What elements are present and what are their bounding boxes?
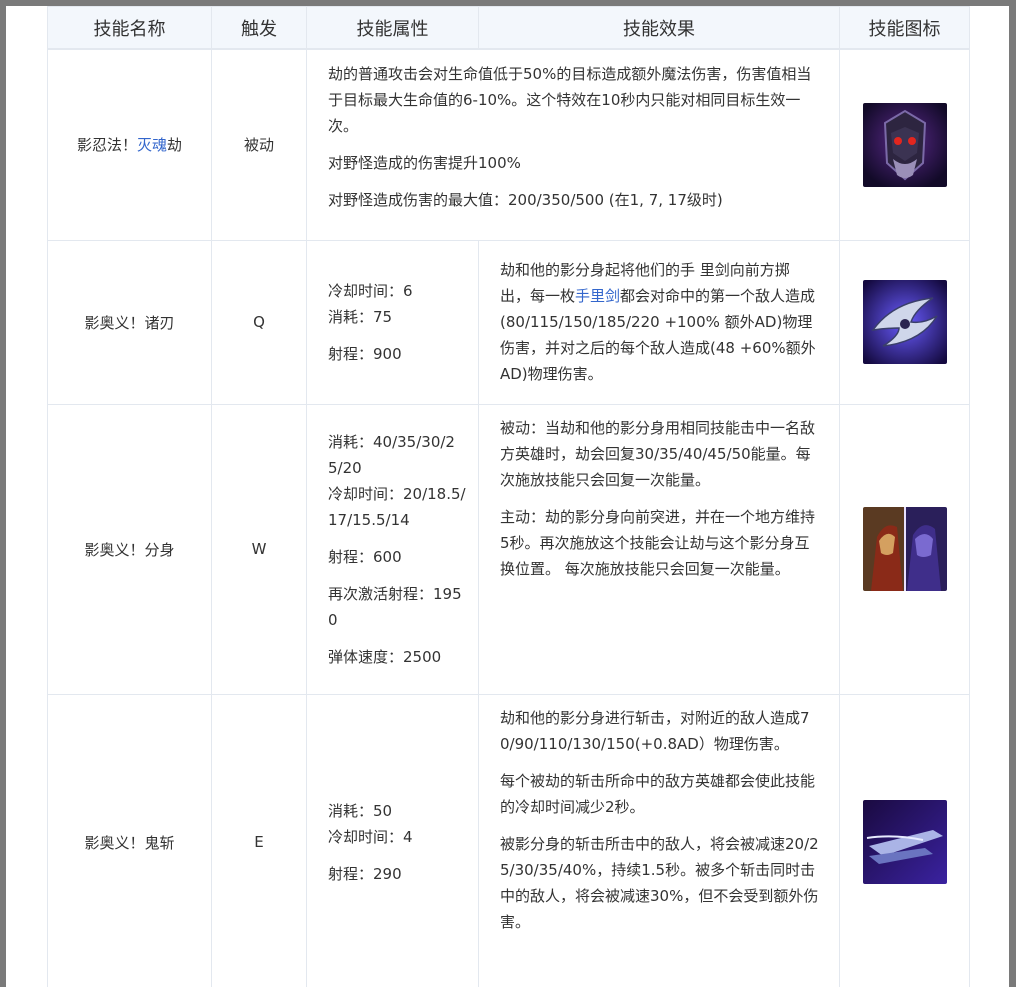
effect-paragraph: 劫的普通攻击会对生命值低于50%的目标造成额外魔法伤害，伤害值相当于目标最大生命… xyxy=(328,65,812,135)
header-effect: 技能效果 xyxy=(478,6,840,50)
effect-paragraph: 劫和他的影分身起将他们的手 里剑向前方掷出，每一枚手里剑都会对命中的第一个敌人造… xyxy=(500,257,819,387)
skill-trigger-e: E xyxy=(211,693,307,987)
table-row-passive: 影忍法！灭魂劫 被动 劫的普通攻击会对生命值低于50%的目标造成额外魔法伤害，伤… xyxy=(47,48,970,241)
slash-skill-icon xyxy=(862,800,947,884)
passive-skill-icon xyxy=(862,102,947,187)
attribute-cost: 消耗：40/35/30/25/20 xyxy=(328,432,455,477)
effect-paragraph: 被影分身的斩击所击中的敌人，将会被减速20/25/30/35/40%，持续1.5… xyxy=(500,834,819,931)
skill-effect-w: 被动：当劫和他的影分身用相同技能击中一名敌方英雄时，劫会回复30/35/40/4… xyxy=(478,403,840,695)
skill-attributes-e: 消耗：50 冷却时间：4 射程：290 xyxy=(306,693,479,987)
skill-name-e: 影奥义！鬼斩 xyxy=(47,693,212,987)
attribute-cooldown: 冷却时间：6 xyxy=(328,281,413,300)
skill-trigger-passive: 被动 xyxy=(211,48,307,241)
shuriken-skill-icon xyxy=(862,280,947,364)
skill-icon-cell-passive xyxy=(839,48,970,241)
table-row-e: 影奥义！鬼斩 E 消耗：50 冷却时间：4 射程：290 劫和他的影分身进行斩击… xyxy=(47,693,970,987)
skill-name-w: 影奥义！分身 xyxy=(47,403,212,695)
table-row-w: 影奥义！分身 W 消耗：40/35/30/25/20 冷却时间：20/18.5/… xyxy=(47,403,970,695)
header-icon: 技能图标 xyxy=(839,6,970,50)
table-row-q: 影奥义！诸刃 Q 冷却时间：6 消耗：75 射程：900 劫和他的影分身起将他们… xyxy=(47,239,970,405)
effect-paragraph: 对野怪造成伤害的最大值：200/350/500 (在1, 7, 17级时) xyxy=(328,191,723,209)
skill-effect-e: 劫和他的影分身进行斩击，对附近的敌人造成70/90/110/130/150(+0… xyxy=(478,693,840,987)
attribute-cost: 消耗：75 xyxy=(328,307,393,326)
skill-name-link[interactable]: 灭魂 xyxy=(137,136,167,154)
skill-trigger-w: W xyxy=(211,403,307,695)
skill-attributes-q: 冷却时间：6 消耗：75 射程：900 xyxy=(306,239,479,405)
skill-attributes-w: 消耗：40/35/30/25/20 冷却时间：20/18.5/17/15.5/1… xyxy=(306,403,479,695)
skill-name-passive: 影忍法！灭魂劫 xyxy=(47,48,212,241)
attribute-cooldown: 冷却时间：4 xyxy=(328,827,413,846)
skills-table: 技能名称 触发 技能属性 技能效果 技能图标 影忍法！灭魂劫 被动 劫的普通攻击… xyxy=(47,6,970,987)
skill-name-suffix: 劫 xyxy=(167,136,183,155)
skill-effect-passive: 劫的普通攻击会对生命值低于50%的目标造成额外魔法伤害，伤害值相当于目标最大生命… xyxy=(306,48,840,241)
effect-paragraph: 被动：当劫和他的影分身用相同技能击中一名敌方英雄时，劫会回复30/35/40/4… xyxy=(500,418,816,489)
skill-name-q: 影奥义！诸刃 xyxy=(47,239,212,405)
table-header-row: 技能名称 触发 技能属性 技能效果 技能图标 xyxy=(47,6,970,50)
attribute-range: 射程：290 xyxy=(328,864,402,883)
effect-paragraph: 对野怪造成的伤害提升100% xyxy=(328,154,521,172)
effect-paragraph: 每个被劫的斩击所命中的敌方英雄都会使此技能的冷却时间减少2秒。 xyxy=(500,771,816,816)
shuriken-link[interactable]: 手里剑 xyxy=(575,287,620,305)
attribute-recast-range: 再次激活射程：1950 xyxy=(328,584,462,629)
effect-paragraph: 劫和他的影分身进行斩击，对附近的敌人造成70/90/110/130/150(+0… xyxy=(500,708,810,753)
attribute-projectile-speed: 弹体速度：2500 xyxy=(328,647,442,666)
attribute-range: 射程：600 xyxy=(328,547,402,566)
header-trigger: 触发 xyxy=(211,6,307,50)
skill-icon-cell-q xyxy=(839,239,970,405)
skill-icon-cell-w xyxy=(839,403,970,695)
skill-name-prefix: 影忍法！ xyxy=(76,136,137,155)
skill-icon-cell-e xyxy=(839,693,970,987)
attribute-cooldown: 冷却时间：20/18.5/17/15.5/14 xyxy=(328,484,466,529)
attribute-cost: 消耗：50 xyxy=(328,801,393,820)
skill-effect-q: 劫和他的影分身起将他们的手 里剑向前方掷出，每一枚手里剑都会对命中的第一个敌人造… xyxy=(478,239,840,405)
skill-trigger-q: Q xyxy=(211,239,307,405)
attribute-range: 射程：900 xyxy=(328,344,402,363)
shadow-skill-icon xyxy=(862,507,947,591)
effect-paragraph: 主动：劫的影分身向前突进，并在一个地方维持5秒。再次施放这个技能会让劫与这个影分… xyxy=(500,507,816,578)
header-skill-name: 技能名称 xyxy=(47,6,212,50)
content-frame: 技能名称 触发 技能属性 技能效果 技能图标 影忍法！灭魂劫 被动 劫的普通攻击… xyxy=(6,6,1009,987)
header-attributes: 技能属性 xyxy=(306,6,479,50)
